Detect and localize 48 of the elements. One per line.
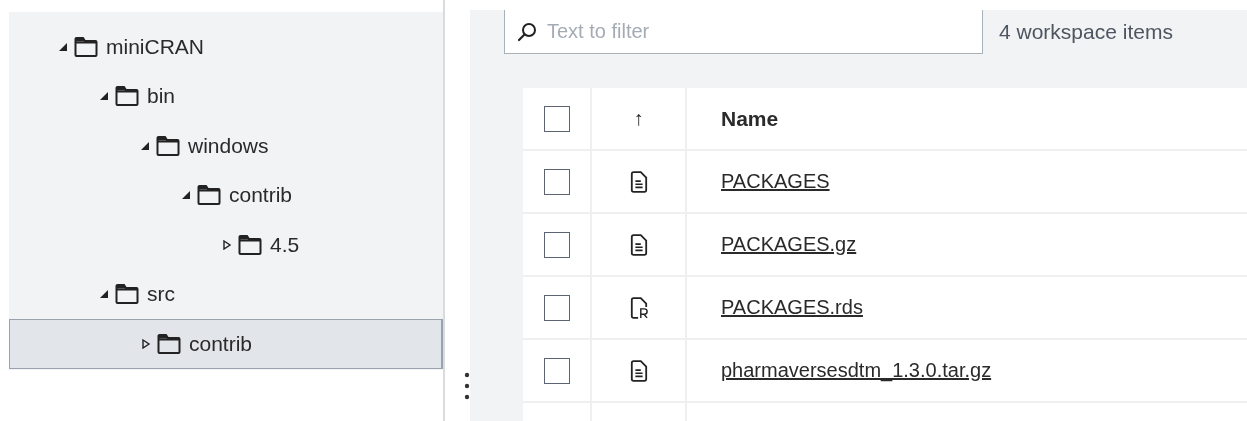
folder-name: bin bbox=[147, 84, 176, 109]
tree-item[interactable]: bin bbox=[9, 71, 443, 121]
document-icon bbox=[629, 358, 648, 383]
folder-icon bbox=[115, 86, 139, 107]
expanded-triangle-icon[interactable] bbox=[58, 41, 68, 52]
sort-indicator[interactable]: ↑ bbox=[633, 107, 644, 130]
tree-item[interactable]: contrib bbox=[9, 319, 443, 369]
folder-name: contrib bbox=[229, 183, 293, 208]
row-checkbox[interactable] bbox=[543, 294, 570, 321]
folder-icon bbox=[157, 333, 181, 354]
row-checkbox[interactable] bbox=[543, 231, 570, 258]
folder-icon bbox=[156, 135, 180, 156]
select-all-checkbox[interactable] bbox=[543, 105, 570, 132]
file-link[interactable]: PACKAGES bbox=[721, 170, 830, 193]
file-link[interactable]: pharmaversesdtm_1.3.0.tar.gz bbox=[721, 359, 992, 382]
tree-item[interactable]: windows bbox=[9, 121, 443, 171]
column-header[interactable]: Name bbox=[721, 106, 779, 131]
file-link[interactable]: PACKAGES.rds bbox=[721, 296, 863, 319]
collapsed-triangle-icon[interactable] bbox=[141, 338, 151, 349]
expanded-triangle-icon[interactable] bbox=[140, 140, 150, 151]
r-file-icon bbox=[629, 295, 648, 320]
folder-name: windows bbox=[188, 133, 269, 158]
item-count: 4 workspace items bbox=[999, 20, 1173, 44]
folder-name: contrib bbox=[189, 331, 253, 356]
document-icon bbox=[629, 169, 648, 194]
folder-name: 4.5 bbox=[270, 232, 300, 257]
search-icon bbox=[517, 21, 537, 42]
folder-icon bbox=[238, 234, 262, 255]
expanded-triangle-icon[interactable] bbox=[99, 289, 109, 300]
drag-handle-icon[interactable] bbox=[464, 372, 470, 400]
filter-input[interactable]: Text to filter bbox=[545, 19, 969, 44]
tree-item[interactable]: src bbox=[9, 269, 443, 319]
file-link[interactable]: PACKAGES.gz bbox=[721, 233, 857, 256]
filter-field[interactable]: Text to filter bbox=[504, 10, 983, 54]
tree-item[interactable]: miniCRAN bbox=[9, 22, 443, 72]
expanded-triangle-icon[interactable] bbox=[99, 91, 109, 102]
row-checkbox[interactable] bbox=[543, 357, 570, 384]
collapsed-triangle-icon[interactable] bbox=[222, 239, 232, 250]
folder-name: miniCRAN bbox=[106, 34, 204, 59]
folder-icon bbox=[74, 36, 98, 57]
folder-icon bbox=[115, 284, 139, 305]
tree-item[interactable]: contrib bbox=[9, 170, 443, 220]
folder-name: src bbox=[147, 282, 175, 307]
row-checkbox[interactable] bbox=[543, 168, 570, 195]
expanded-triangle-icon[interactable] bbox=[181, 190, 191, 201]
tree-item[interactable]: 4.5 bbox=[9, 220, 443, 270]
document-icon bbox=[629, 232, 648, 257]
folder-icon bbox=[197, 185, 221, 206]
